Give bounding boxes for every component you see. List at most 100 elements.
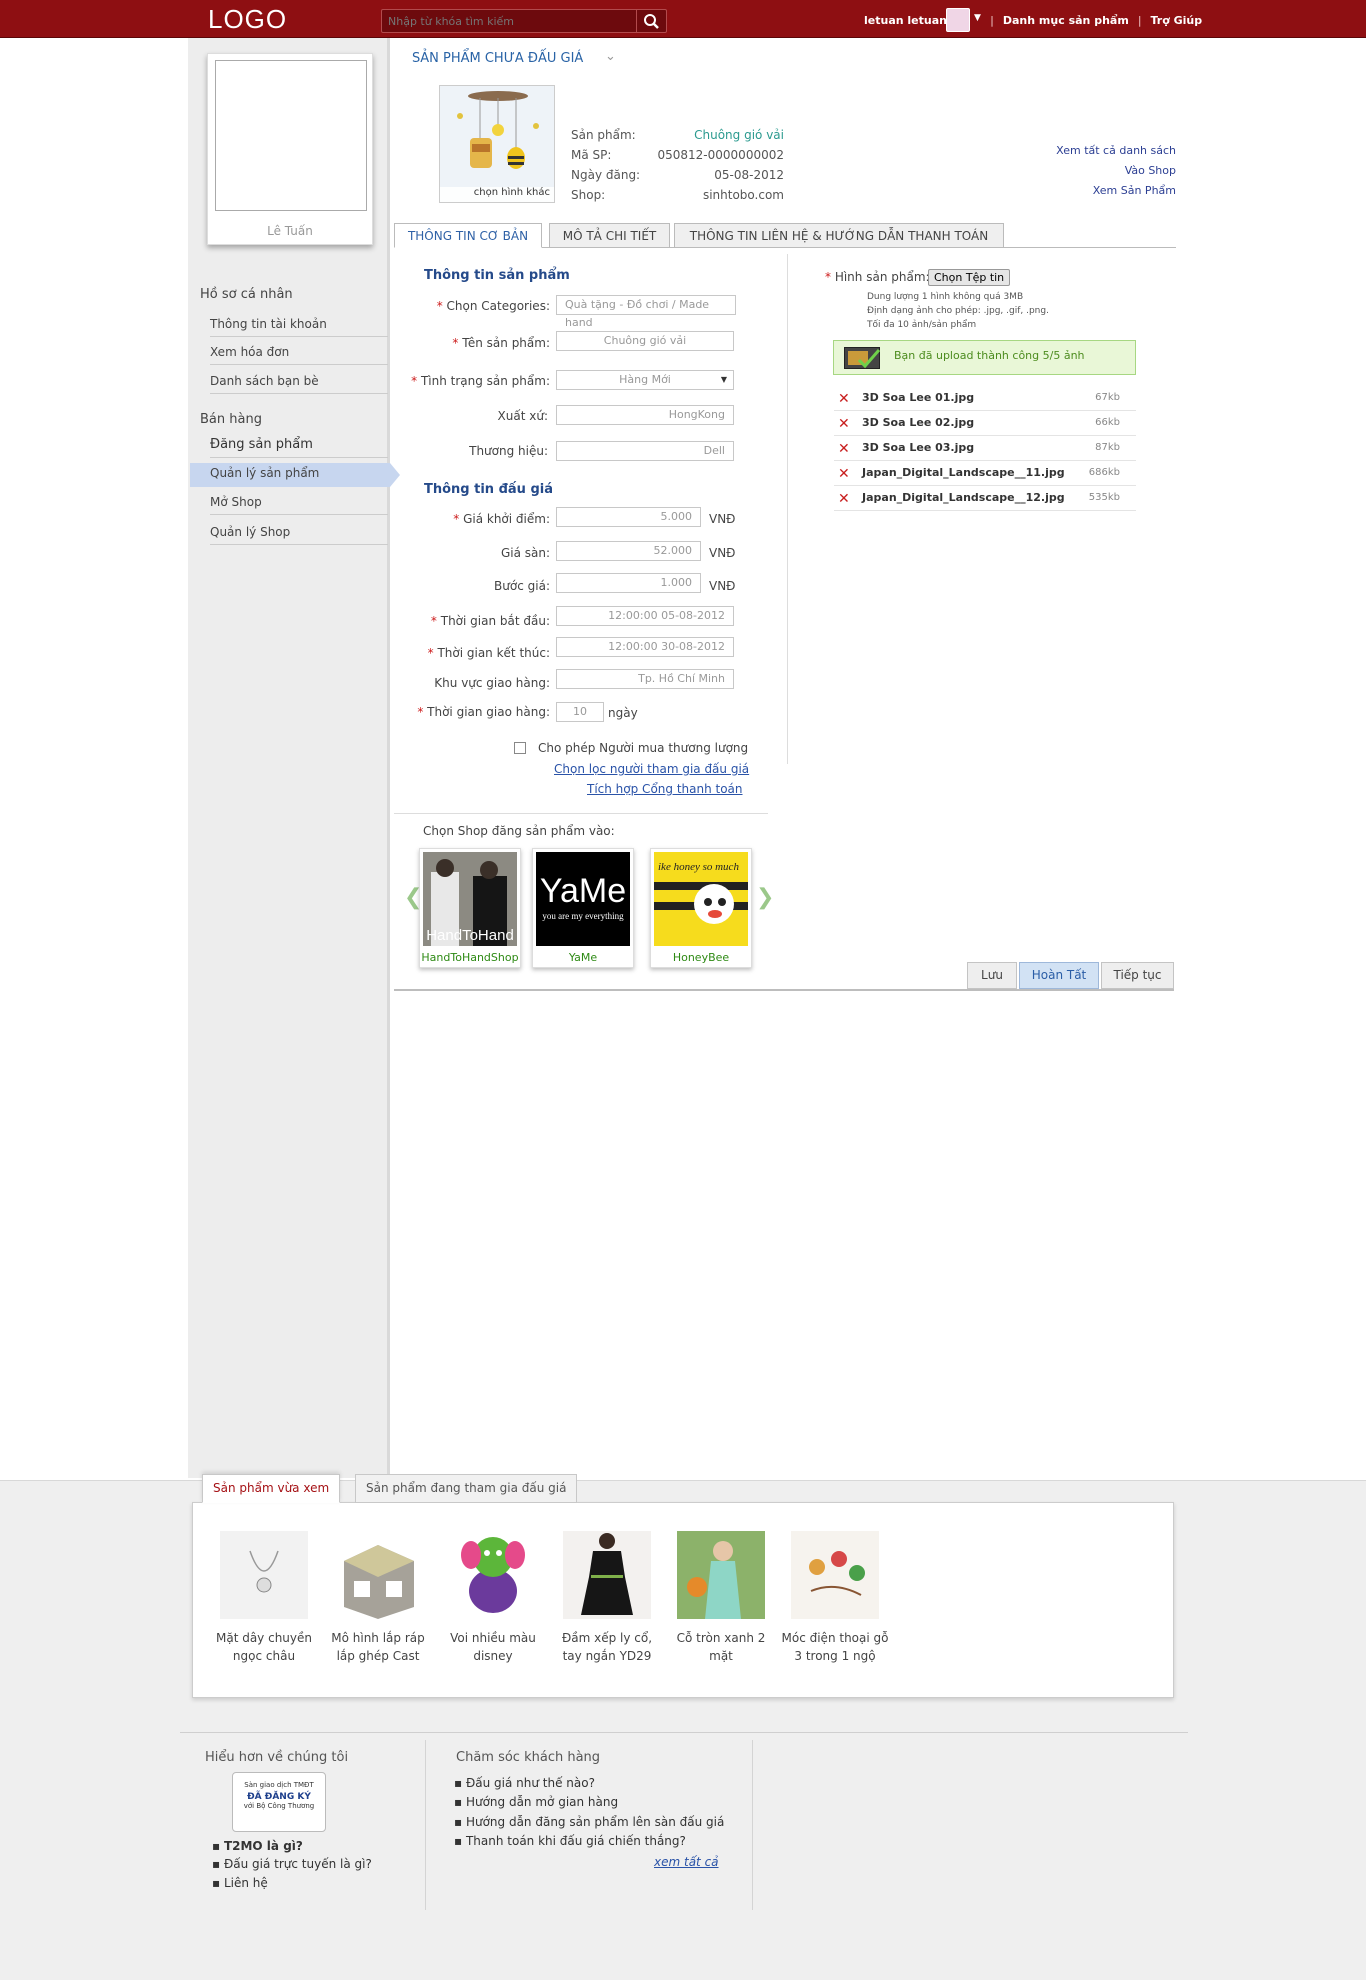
tab-details[interactable]: MÔ TẢ CHI TIẾT [549,223,670,248]
shop-card[interactable]: YaMe you are my everything YaMe [532,848,634,968]
top-nav: | Danh mục sản phẩm | Trợ Giúp [990,14,1207,27]
delete-icon[interactable]: ✕ [838,466,850,482]
product-thumbnail [791,1531,879,1619]
delete-icon[interactable]: ✕ [838,441,850,457]
product-images-label: * Hình sản phẩm: [825,270,930,284]
search-box [381,9,667,33]
uploaded-file-row: ✕ 3D Soa Lee 02.jpg 66kb [834,411,1136,436]
origin-field[interactable]: HongKong [556,405,734,425]
logo[interactable]: LOGO [208,4,287,35]
floor-price-field[interactable]: 52.000 [556,541,701,561]
shop-card[interactable]: ike honey so much HoneyBee [650,848,752,968]
nav-help-link[interactable]: Trợ Giúp [1146,14,1208,27]
recent-product[interactable]: Cỗ tròn xanh 2 mặt [666,1531,776,1665]
negotiate-checkbox[interactable] [514,742,526,754]
product-image[interactable]: chọn hình khác [439,85,555,203]
uploaded-file-row: ✕ Japan_Digital_Landscape__11.jpg 686kb [834,461,1136,486]
footer-link[interactable]: ▪ Đấu giá như thế nào? [454,1776,595,1790]
info-label: Mã SP: [571,148,612,162]
currency-unit: VNĐ [709,579,736,593]
origin-label: Xuất xứ: [497,409,548,423]
upload-note: Định dạng ảnh cho phép: .jpg, .gif, .png… [867,306,1049,316]
continue-button[interactable]: Tiếp tục [1101,962,1174,989]
recent-product[interactable]: Mặt dây chuyền ngọc châu [209,1531,319,1665]
payment-gateway-link[interactable]: Tích hợp Cổng thanh toán [587,782,743,796]
uploaded-file-row: ✕ Japan_Digital_Landscape__12.jpg 535kb [834,486,1136,511]
start-time-field[interactable]: 12:00:00 05-08-2012 [556,606,734,626]
recent-product[interactable]: Voi nhiều màu disney [438,1531,548,1665]
floor-price-label: Giá sàn: [500,546,550,560]
sidebar-item-friends[interactable]: Danh sách bạn bè [210,374,388,394]
go-to-shop-link[interactable]: Vào Shop [1125,164,1176,177]
tab-contact-payment[interactable]: THÔNG TIN LIÊN HỆ & HƯỚNG DẪN THANH TOÁN [674,223,1004,248]
footer-column-divider [425,1740,426,1910]
filter-bidders-link[interactable]: Chọn lọc người tham gia đấu giá [554,762,749,776]
nav-categories-link[interactable]: Danh mục sản phẩm [998,14,1134,27]
recent-product[interactable]: Mô hình lắp ráp lắp ghép Cast [323,1531,433,1665]
chevron-down-icon[interactable]: ▼ [974,13,981,23]
brand-field[interactable]: Dell [556,441,734,461]
category-field[interactable]: Quà tặng - Đồ chơi / Made hand [556,295,736,329]
step-price-field[interactable]: 1.000 [556,573,701,593]
start-time-label: * Thời gian bắt đầu: [430,614,550,628]
tab-basic-info[interactable]: THÔNG TIN CƠ BẢN [394,223,542,248]
button-baseline [394,989,1174,991]
product-name-field[interactable]: Chuông gió vải [556,331,734,351]
tab-participating-auctions[interactable]: Sản phẩm đang tham gia đấu giá [355,1474,578,1503]
sidebar-item-manage-products[interactable]: Quản lý sản phẩm [210,466,388,485]
footer-link[interactable]: ▪ Thanh toán khi đấu giá chiến thắng? [454,1834,686,1848]
recent-product[interactable]: Móc điện thoại gỗ 3 trong 1 ngộ [780,1531,890,1665]
profile-photo-card: Lê Tuấn [207,53,373,245]
shop-logo: ike honey so much [654,852,748,946]
footer-link[interactable]: ▪ Hướng dẫn đăng sản phẩm lên sàn đấu gi… [454,1815,724,1829]
avatar[interactable] [946,8,970,32]
sidebar-item-open-shop[interactable]: Mở Shop [210,495,388,515]
tab-underline [1008,247,1176,248]
tab-bar: THÔNG TIN CƠ BẢN MÔ TẢ CHI TIẾT THÔNG TI… [394,223,1175,248]
product-thumbnail [677,1531,765,1619]
sidebar [188,38,390,1478]
choose-file-button[interactable]: Chọn Tệp tin [928,269,1011,286]
recent-product[interactable]: Đầm xếp ly cổ, tay ngắn YD29 [552,1531,662,1665]
view-product-link[interactable]: Xem Sản Phẩm [1093,184,1176,197]
chevron-right-icon[interactable]: ❯ [756,885,774,910]
delete-icon[interactable]: ✕ [838,491,850,507]
column-divider [787,254,788,764]
delete-icon[interactable]: ✕ [838,391,850,407]
end-time-field[interactable]: 12:00:00 30-08-2012 [556,637,734,657]
region-label: Khu vực giao hàng: [434,676,550,690]
shop-card[interactable]: HandToHand HandToHandShop [419,848,521,968]
change-image-caption[interactable]: chọn hình khác [440,187,554,202]
view-all-link[interactable]: xem tất cả [654,1855,719,1869]
delivery-time-field[interactable]: 10 [556,702,604,722]
finish-button[interactable]: Hoàn Tất [1019,962,1099,989]
sidebar-section-profile: Hồ sơ cá nhân [200,287,293,302]
footer-link[interactable]: ▪ Liên hệ [212,1876,268,1890]
profile-photo[interactable] [215,60,367,211]
status-label: * Tình trạng sản phẩm: [411,374,550,388]
registered-badge[interactable]: Sàn giao dịch TMĐT ĐÃ ĐĂNG KÝ với Bộ Côn… [232,1772,326,1832]
tab-recently-viewed[interactable]: Sản phẩm vừa xem [202,1474,341,1503]
region-field[interactable]: Tp. Hồ Chí Minh [556,669,734,689]
delete-icon[interactable]: ✕ [838,416,850,432]
top-bar: LOGO letuan letuan... ▼ | Danh mục sản p… [0,0,1366,38]
save-button[interactable]: Lưu [967,962,1017,989]
footer-link[interactable]: ▪ T2MO là gì? [212,1839,303,1853]
status-select[interactable]: Hàng Mới ▼ [556,370,734,390]
sidebar-item-post-product[interactable]: Đăng sản phẩm [210,437,388,458]
sidebar-item-manage-shop[interactable]: Quản lý Shop [210,525,388,545]
footer-about-title: Hiểu hơn về chúng tôi [205,1750,349,1765]
chevron-down-icon[interactable]: ⌄ [605,49,616,64]
sidebar-item-account[interactable]: Thông tin tài khoản [210,317,388,337]
info-label: Shop: [571,188,606,202]
view-all-list-link[interactable]: Xem tất cả danh sách [1056,144,1176,157]
search-input[interactable] [382,10,637,32]
start-price-field[interactable]: 5.000 [556,507,701,527]
section-divider [394,813,768,814]
product-thumbnail [220,1531,308,1619]
search-icon[interactable] [636,10,666,32]
footer-link[interactable]: ▪ Đấu giá trực tuyến là gì? [212,1857,372,1871]
shop-value: sinhtobo.com [702,188,784,202]
footer-link[interactable]: ▪ Hướng dẫn mở gian hàng [454,1795,618,1809]
sidebar-item-invoices[interactable]: Xem hóa đơn [210,345,388,365]
